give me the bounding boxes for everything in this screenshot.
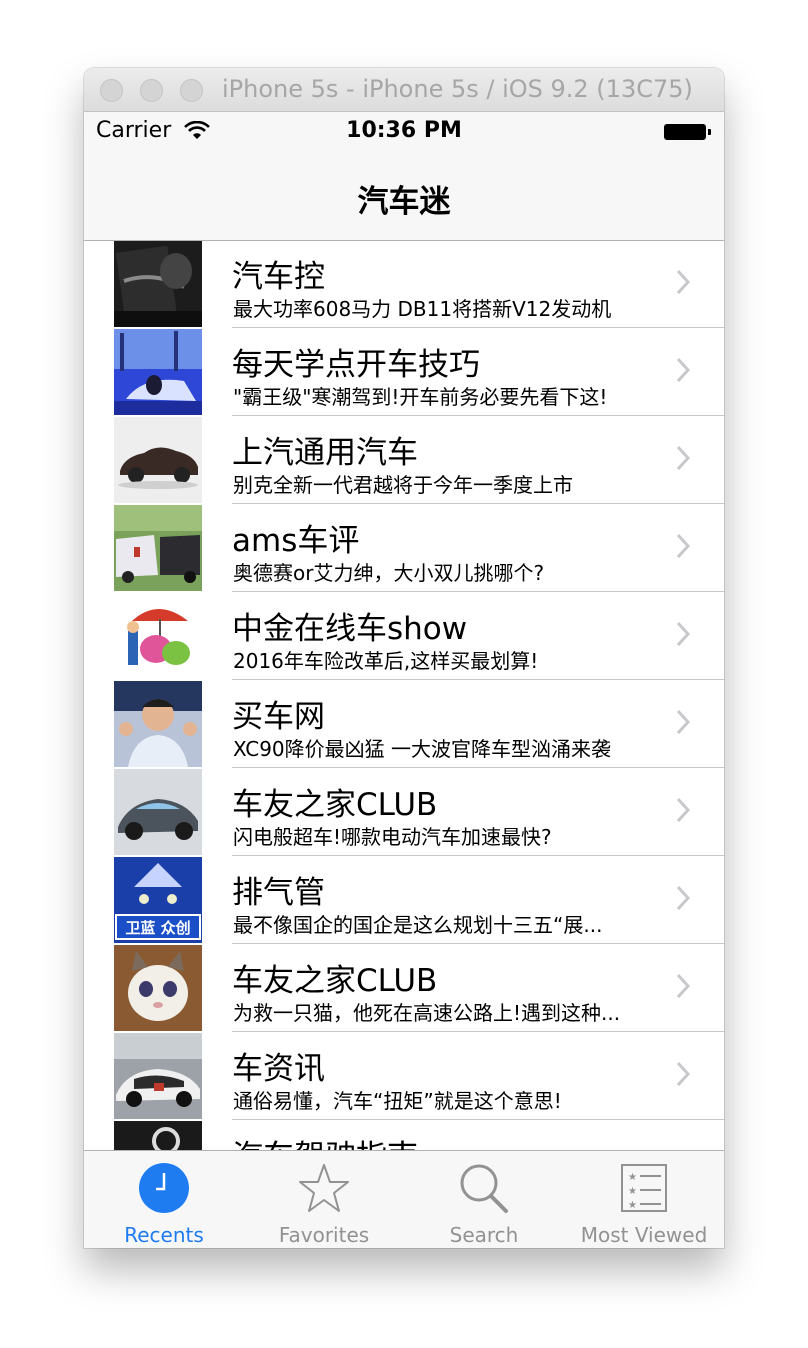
tab-recents[interactable]: Recents bbox=[84, 1151, 244, 1248]
item-subtitle: 通俗易懂，汽车“扭矩”就是这个意思! bbox=[233, 1089, 562, 1113]
navigation-area: Carrier 10:36 PM 汽车迷 bbox=[84, 112, 724, 241]
item-subtitle: 为救一只猫，他死在高速公路上!遇到这种... bbox=[233, 1001, 621, 1025]
list-item[interactable]: 车友之家CLUB 闪电般超车!哪款电动汽车加速最快? bbox=[84, 769, 724, 857]
thumbnail-stage: 卫蓝 众创 bbox=[114, 857, 202, 943]
thumbnail-sportscar bbox=[114, 769, 202, 855]
row-separator bbox=[232, 855, 724, 856]
list-item[interactable]: 汽车控 最大功率608马力 DB11将搭新V12发动机 bbox=[84, 241, 724, 329]
item-title: 汽车控 bbox=[232, 259, 325, 295]
chevron-right-icon bbox=[676, 533, 690, 559]
list-item[interactable]: ams车评 奥德赛or艾力绅，大小双儿挑哪个? bbox=[84, 505, 724, 593]
svg-text:★: ★ bbox=[628, 1172, 637, 1183]
list-item[interactable]: 买车网 XC90降价最凶猛 一大波官降车型汹涌来袭 bbox=[84, 681, 724, 769]
chevron-right-icon bbox=[676, 445, 690, 471]
device-screen: Carrier 10:36 PM 汽车迷 汽车控 最大功率608马力 DB11将… bbox=[84, 112, 724, 1248]
chevron-right-icon bbox=[676, 269, 690, 295]
battery-icon bbox=[664, 124, 706, 140]
tab-label: Recents bbox=[124, 1223, 204, 1247]
chevron-right-icon bbox=[676, 357, 690, 383]
item-subtitle: 别克全新一代君越将于今年一季度上市 bbox=[233, 473, 573, 497]
status-time: 10:36 PM bbox=[346, 118, 462, 143]
star-icon bbox=[299, 1164, 349, 1212]
thumbnail-engine bbox=[114, 241, 202, 327]
item-subtitle: XC90降价最凶猛 一大波官降车型汹涌来袭 bbox=[233, 737, 612, 761]
chevron-right-icon bbox=[676, 973, 690, 999]
list-item[interactable]: 车资讯 通俗易懂，汽车“扭矩”就是这个意思! bbox=[84, 1033, 724, 1121]
tab-label: Favorites bbox=[278, 1223, 370, 1247]
close-window-button[interactable] bbox=[100, 79, 123, 102]
thumbnail-person bbox=[114, 681, 202, 767]
item-title: 车友之家CLUB bbox=[232, 963, 438, 999]
row-separator bbox=[232, 943, 724, 944]
thumbnail-umbrella-cartoon bbox=[114, 593, 202, 679]
row-separator bbox=[232, 679, 724, 680]
thumbnail-banner-text: 卫蓝 众创 bbox=[125, 919, 190, 937]
list-item[interactable]: 车友之家CLUB 为救一只猫，他死在高速公路上!遇到这种... bbox=[84, 945, 724, 1033]
svg-text:★: ★ bbox=[628, 1200, 637, 1211]
chevron-right-icon bbox=[676, 621, 690, 647]
tab-label: Search bbox=[449, 1223, 519, 1247]
chevron-right-icon bbox=[676, 709, 690, 735]
list-item[interactable]: 汽车驾驶指南 bbox=[84, 1121, 724, 1151]
list-icon: ★ ★ ★ bbox=[621, 1164, 667, 1212]
item-title: 排气管 bbox=[232, 875, 325, 911]
row-separator bbox=[232, 1031, 724, 1032]
nav-title: 汽车迷 bbox=[357, 184, 451, 220]
row-separator bbox=[232, 1119, 724, 1120]
tab-favorites[interactable]: Favorites bbox=[244, 1151, 404, 1248]
item-title: 上汽通用汽车 bbox=[232, 435, 418, 471]
tab-label: Most Viewed bbox=[580, 1223, 708, 1247]
thumbnail-minivans bbox=[114, 505, 202, 591]
thumbnail-racecar bbox=[114, 1033, 202, 1119]
item-subtitle: 奥德赛or艾力绅，大小双儿挑哪个? bbox=[233, 561, 545, 585]
tab-bar: Recents Favorites Search ★ ★ ★ Most View… bbox=[84, 1150, 724, 1248]
item-subtitle: 最大功率608马力 DB11将搭新V12发动机 bbox=[233, 297, 612, 321]
thumbnail-cat bbox=[114, 945, 202, 1031]
item-title: 车资讯 bbox=[232, 1051, 325, 1087]
item-title: 汽车驾驶指南 bbox=[232, 1131, 418, 1151]
minimize-window-button[interactable] bbox=[140, 79, 163, 102]
list-item[interactable]: 卫蓝 众创 排气管 最不像国企的国企是这么规划十三五“展... bbox=[84, 857, 724, 945]
window-title: iPhone 5s - iPhone 5s / iOS 9.2 (13C75) bbox=[222, 75, 693, 103]
item-title: 中金在线车show bbox=[232, 611, 468, 647]
simulator-titlebar: iPhone 5s - iPhone 5s / iOS 9.2 (13C75) bbox=[84, 68, 724, 112]
tab-search[interactable]: Search bbox=[404, 1151, 564, 1248]
svg-text:★: ★ bbox=[628, 1186, 637, 1197]
article-list[interactable]: 汽车控 最大功率608马力 DB11将搭新V12发动机 每天学点开车技巧 "霸王… bbox=[84, 241, 724, 1151]
thumbnail-sedan bbox=[114, 417, 202, 503]
zoom-window-button[interactable] bbox=[180, 79, 203, 102]
item-title: 买车网 bbox=[232, 699, 325, 735]
item-title: ams车评 bbox=[232, 523, 360, 559]
item-subtitle: 2016年车险改革后,这样买最划算! bbox=[233, 649, 539, 673]
list-item[interactable]: 每天学点开车技巧 "霸王级"寒潮驾到!开车前务必要先看下这! bbox=[84, 329, 724, 417]
row-separator bbox=[232, 767, 724, 768]
battery-tip bbox=[708, 129, 711, 135]
row-separator bbox=[232, 503, 724, 504]
item-title: 车友之家CLUB bbox=[232, 787, 438, 823]
row-separator bbox=[232, 327, 724, 328]
chevron-right-icon bbox=[676, 885, 690, 911]
row-separator bbox=[232, 415, 724, 416]
item-subtitle: "霸王级"寒潮驾到!开车前务必要先看下这! bbox=[233, 385, 608, 409]
tab-most-viewed[interactable]: ★ ★ ★ Most Viewed bbox=[564, 1151, 724, 1248]
chevron-right-icon bbox=[676, 797, 690, 823]
item-subtitle: 闪电般超车!哪款电动汽车加速最快? bbox=[233, 825, 552, 849]
chevron-right-icon bbox=[676, 1061, 690, 1087]
simulator-window: iPhone 5s - iPhone 5s / iOS 9.2 (13C75) … bbox=[84, 68, 724, 1248]
clock-icon bbox=[139, 1163, 189, 1213]
item-title: 每天学点开车技巧 bbox=[232, 347, 480, 383]
list-item[interactable]: 上汽通用汽车 别克全新一代君越将于今年一季度上市 bbox=[84, 417, 724, 505]
row-separator bbox=[232, 591, 724, 592]
thumbnail-snow-car bbox=[114, 329, 202, 415]
list-item[interactable]: 中金在线车show 2016年车险改革后,这样买最划算! bbox=[84, 593, 724, 681]
thumbnail-dark bbox=[114, 1121, 202, 1151]
search-icon bbox=[460, 1164, 508, 1213]
item-subtitle: 最不像国企的国企是这么规划十三五“展... bbox=[233, 913, 603, 937]
